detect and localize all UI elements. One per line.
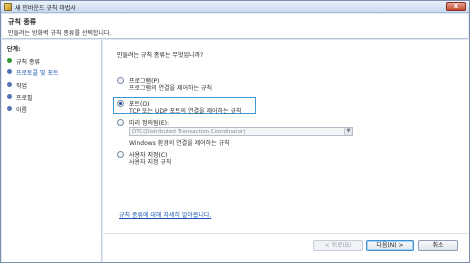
step-bullet-icon [7, 82, 12, 87]
radio-custom[interactable] [117, 151, 124, 158]
rule-type-question: 만들려는 규칙 종류는 무엇입니까? [117, 52, 204, 59]
sidebar-item-protocol-port[interactable]: 프로토콜 및 포트 [6, 67, 100, 77]
sidebar-item-name: 이름 [6, 104, 100, 114]
radio-port[interactable] [117, 100, 124, 107]
step-bullet-icon [7, 94, 12, 99]
option-description: Windows 환경의 연결을 제어하는 규칙 [129, 140, 230, 147]
radio-predefined[interactable] [117, 119, 124, 126]
wizard-window: 새 인바운드 규칙 마법사 X 규칙 종류 만들려는 방화벽 규칙 종류를 선택… [0, 0, 470, 263]
sidebar-item-action: 작업 [6, 80, 100, 90]
cancel-button[interactable]: 취소 [418, 240, 458, 251]
option-title: 미리 정의됨(E): [129, 120, 170, 127]
close-button[interactable]: X [446, 2, 466, 11]
firewall-icon [4, 3, 12, 11]
chevron-down-icon[interactable]: ▼ [344, 128, 352, 135]
footer-divider [103, 233, 469, 234]
option-description: TCP 또는 UDP 포트의 연결을 제어하는 규칙 [129, 108, 242, 115]
wizard-header: 규칙 종류 만들려는 방화벽 규칙 종류를 선택합니다. [2, 14, 468, 39]
step-bullet-icon [7, 106, 12, 111]
select-value: DTC(Distributed Transaction Coordinator) [132, 129, 246, 135]
back-button[interactable]: < 뒤로(B) [313, 240, 363, 251]
wizard-content: 만들려는 규칙 종류는 무엇입니까? 프로그램(P) 프로그램의 연결을 제어하… [103, 40, 469, 262]
sidebar-item-label: 작업 [16, 83, 28, 90]
sidebar-item-label: 이름 [16, 107, 28, 114]
steps-heading: 단계: [7, 46, 21, 53]
page-title: 규칙 종류 [8, 18, 37, 26]
step-bullet-icon [7, 69, 12, 74]
sidebar-item-label: 프로필 [16, 95, 33, 102]
learn-more-link[interactable]: 규칙 종류에 대해 자세히 알아봅니다. [119, 210, 211, 219]
sidebar-item-label[interactable]: 프로토콜 및 포트 [16, 68, 58, 77]
sidebar-item-profile: 프로필 [6, 92, 100, 102]
window-title: 새 인바운드 규칙 마법사 [15, 5, 76, 12]
option-description: 프로그램의 연결을 제어하는 규칙 [129, 85, 213, 92]
option-description: 사용자 지정 규칙 [129, 159, 172, 166]
page-description: 만들려는 방화벽 규칙 종류를 선택합니다. [8, 30, 112, 37]
sidebar-item-label: 규칙 종류 [16, 59, 40, 66]
current-step-bullet-icon [7, 58, 12, 63]
next-button[interactable]: 다음(N) > [366, 240, 414, 251]
sidebar-item-rule-type: 규칙 종류 [6, 56, 100, 66]
radio-program[interactable] [117, 77, 124, 84]
title-bar[interactable]: 새 인바운드 규칙 마법사 X [1, 1, 469, 13]
predefined-rule-select[interactable]: DTC(Distributed Transaction Coordinator)… [129, 127, 353, 136]
steps-sidebar: 단계: 규칙 종류 프로토콜 및 포트 작업 프로필 이름 [2, 40, 102, 262]
